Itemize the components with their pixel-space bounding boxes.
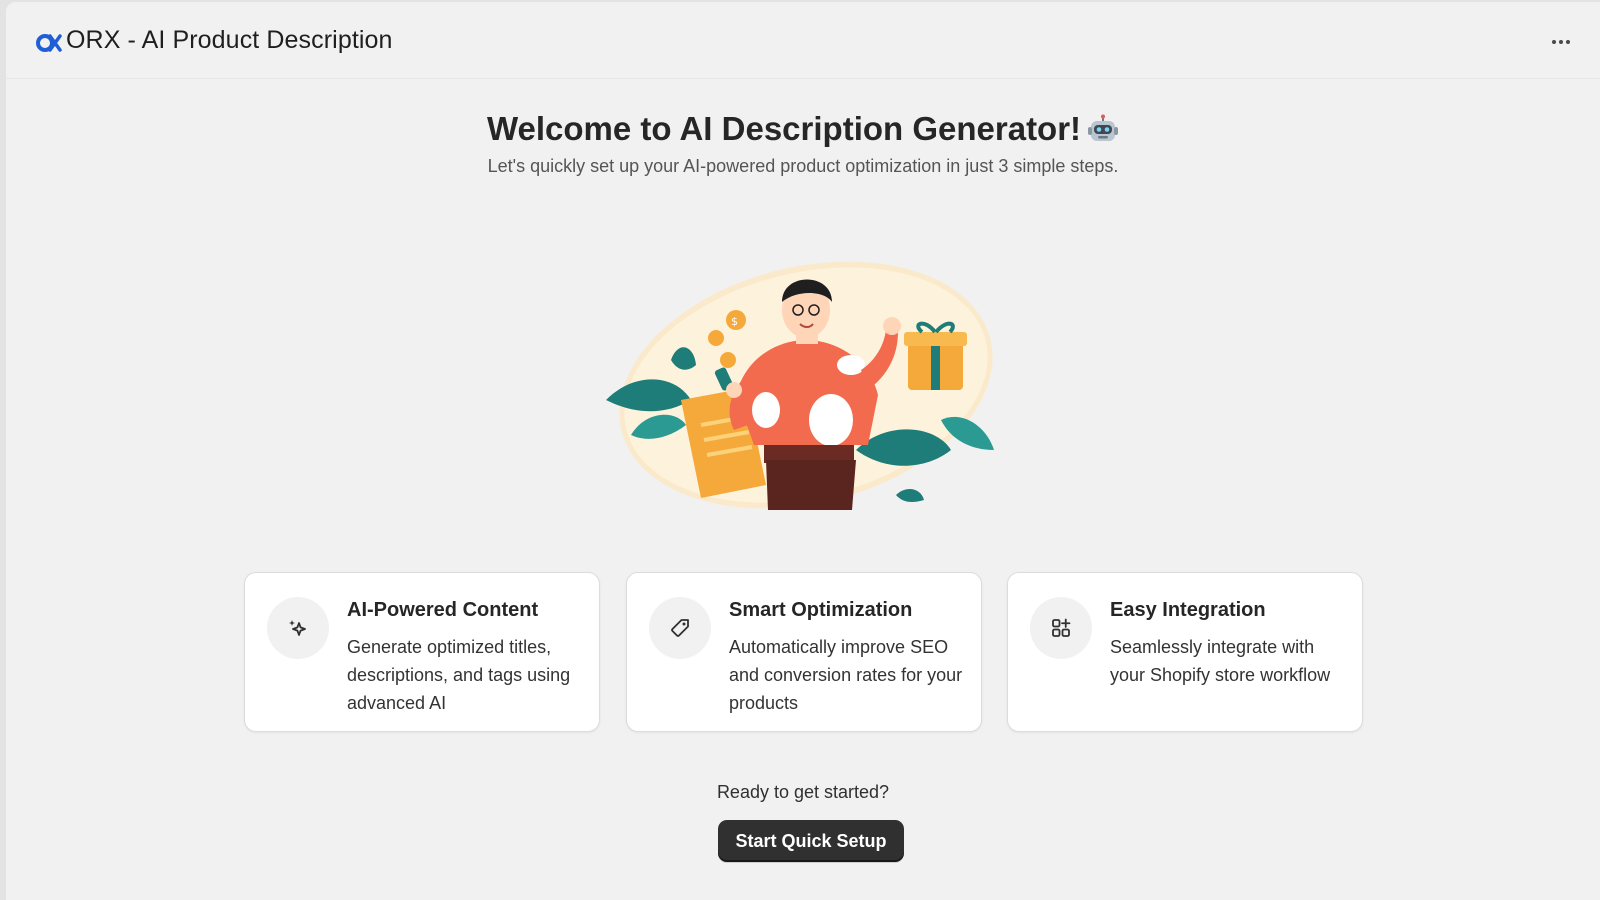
orx-logo-icon [36, 34, 62, 52]
robot-icon [1088, 114, 1119, 141]
feature-cards: AI-Powered Content Generate optimized ti… [244, 572, 1364, 732]
app-frame: ORX - AI Product Description Welcome to … [6, 2, 1600, 900]
cta-prompt: Ready to get started? [716, 782, 890, 802]
feature-card-ai-content: AI-Powered Content Generate optimized ti… [244, 572, 600, 732]
shopping-person-illustration: $ [606, 261, 994, 510]
sparkles-icon [267, 597, 329, 659]
apps-icon [1030, 597, 1092, 659]
feature-card-easy-integration: Easy Integration Seamlessly integrate wi… [1007, 572, 1363, 732]
page-subtitle: Let's quickly set up your AI-powered pro… [487, 156, 1119, 176]
app-header: ORX - AI Product Description [6, 2, 1600, 79]
feature-card-smart-optimization: Smart Optimization Automatically improve… [626, 572, 982, 732]
start-quick-setup-button[interactable]: Start Quick Setup [718, 820, 904, 862]
feature-title: Smart Optimization [729, 599, 913, 621]
feature-description: Automatically improve SEO and conversion… [729, 637, 963, 713]
svg-text:$: $ [731, 315, 738, 328]
feature-description: Generate optimized titles, descriptions,… [347, 637, 571, 713]
feature-description: Seamlessly integrate with your Shopify s… [1110, 637, 1331, 685]
feature-title: AI-Powered Content [347, 599, 539, 621]
page-title: Welcome to AI Description Generator! [6, 110, 1600, 148]
more-horizontal-icon [1552, 40, 1556, 44]
more-actions-button[interactable] [1544, 28, 1578, 56]
feature-title: Easy Integration [1110, 599, 1266, 621]
app-title: ORX - AI Product Description [66, 26, 393, 54]
tag-icon [649, 597, 711, 659]
